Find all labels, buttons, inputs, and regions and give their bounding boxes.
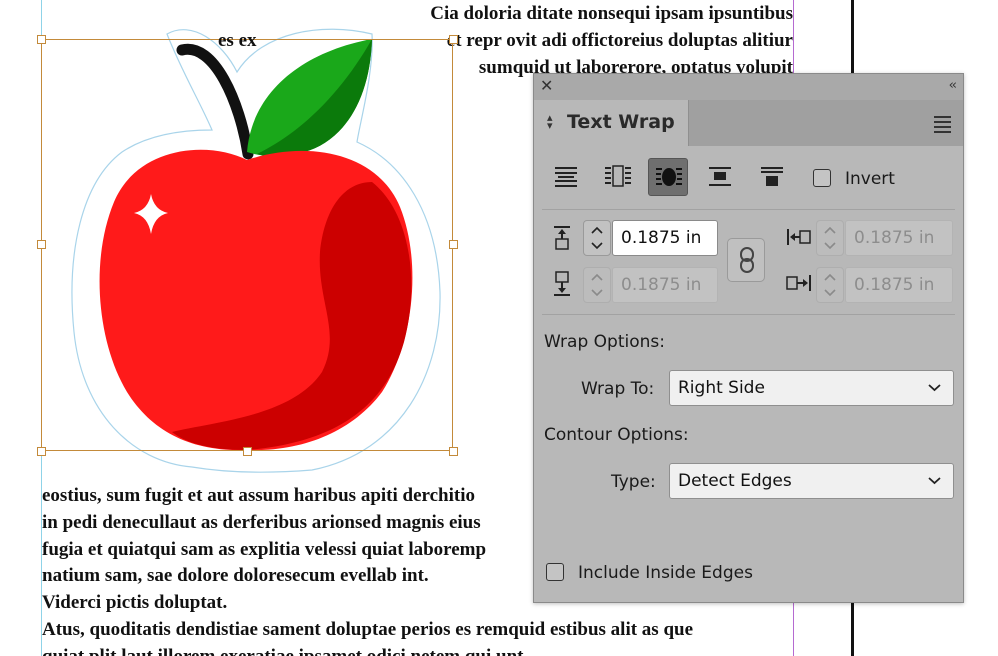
jump-to-next-column-icon (761, 167, 783, 186)
contour-type-value: Detect Edges (678, 471, 792, 491)
tab-options-chevron-icon[interactable]: ▴ ▾ (547, 112, 553, 131)
left-offset-input[interactable]: 0.1875 in (845, 220, 953, 256)
contour-type-select[interactable]: Detect Edges (669, 463, 954, 499)
wrap-to-select[interactable]: Right Side (669, 370, 954, 406)
body-text-line: quiat plit laut illorem exeratiae ipsame… (42, 643, 524, 656)
tab-text-wrap-label: Text Wrap (567, 111, 675, 133)
jump-object-icon (709, 167, 731, 186)
text-wrap-panel[interactable]: ✕ ‹‹ ▴ ▾ Text Wrap Invert 0.1875 in 0.18… (533, 73, 964, 603)
type-label: Type: (611, 472, 656, 492)
right-offset-stepper[interactable] (816, 267, 844, 303)
left-offset-icon (787, 229, 811, 245)
wrap-object-shape-icon (656, 168, 682, 186)
frame-handle-bottom-left[interactable] (37, 447, 46, 456)
body-text-line: Viderci pictis doluptat. (42, 592, 228, 614)
jump-to-next-column-button[interactable] (752, 158, 792, 196)
invert-checkbox[interactable] (813, 169, 831, 187)
text-fragment-top: es ex (218, 30, 257, 51)
contour-options-heading: Contour Options: (544, 425, 689, 445)
top-offset-input[interactable]: 0.1875 in (612, 220, 718, 256)
body-text-line: Atus, quoditatis dendistiae sament dolup… (42, 619, 694, 640)
no-text-wrap-button[interactable] (546, 158, 586, 196)
panel-tabstrip: ▴ ▾ Text Wrap (534, 100, 963, 146)
wrap-bounding-box-icon (605, 165, 631, 187)
panel-menu-icon[interactable] (934, 116, 951, 136)
bottom-offset-input[interactable]: 0.1875 in (612, 267, 718, 303)
wrap-around-bounding-box-button[interactable] (598, 158, 638, 196)
frame-handle-top-left[interactable] (37, 35, 46, 44)
frame-handle-top-right[interactable] (449, 35, 458, 44)
top-offset-icon (554, 226, 570, 250)
tab-text-wrap[interactable]: ▴ ▾ Text Wrap (534, 100, 689, 146)
include-inside-edges-label: Include Inside Edges (578, 563, 753, 583)
body-text-line: eostius, sum fugit et aut assum haribus … (42, 485, 476, 506)
wrapped-text-line: Cia doloria ditate nonsequi ipsam ipsunt… (430, 3, 793, 24)
bottom-offset-icon (554, 271, 570, 296)
collapse-panel-icon[interactable]: ‹‹ (949, 78, 958, 94)
frame-handle-bottom-right[interactable] (449, 447, 458, 456)
wrap-to-value: Right Side (678, 378, 765, 398)
jump-object-button[interactable] (700, 158, 740, 196)
chain-link-icon (740, 247, 754, 273)
invert-label: Invert (845, 169, 895, 189)
frame-handle-middle-left[interactable] (37, 240, 46, 249)
chevron-down-icon (928, 477, 941, 485)
separator (542, 209, 955, 210)
wrap-to-label: Wrap To: (581, 379, 655, 399)
panel-titlebar[interactable]: ✕ ‹‹ (534, 74, 963, 100)
right-offset-icon (786, 275, 811, 291)
body-text-line: fugia et quiatqui sam as explitia veless… (42, 538, 487, 560)
make-all-settings-same-button[interactable] (727, 238, 765, 282)
separator (542, 314, 955, 315)
wrap-options-heading: Wrap Options: (544, 332, 665, 352)
bottom-offset-stepper[interactable] (583, 267, 611, 303)
no-text-wrap-icon (555, 167, 577, 187)
frame-handle-bottom-center[interactable] (243, 447, 252, 456)
include-inside-edges-checkbox[interactable] (546, 563, 564, 581)
wrapped-text-line: et repr ovit adi offictoreius doluptas a… (446, 29, 793, 51)
body-text-line: natium sam, sae dolore doloresecum evell… (42, 565, 429, 587)
body-text-line: in pedi denecullaut as derferibus arions… (42, 511, 481, 533)
top-offset-stepper[interactable] (583, 220, 611, 256)
chevron-down-icon (928, 384, 941, 392)
close-icon[interactable]: ✕ (540, 77, 553, 95)
wrap-around-object-shape-button[interactable] (648, 158, 688, 196)
left-offset-stepper[interactable] (816, 220, 844, 256)
right-offset-input[interactable]: 0.1875 in (845, 267, 953, 303)
frame-handle-middle-right[interactable] (449, 240, 458, 249)
graphic-frame-selection[interactable] (41, 39, 453, 451)
